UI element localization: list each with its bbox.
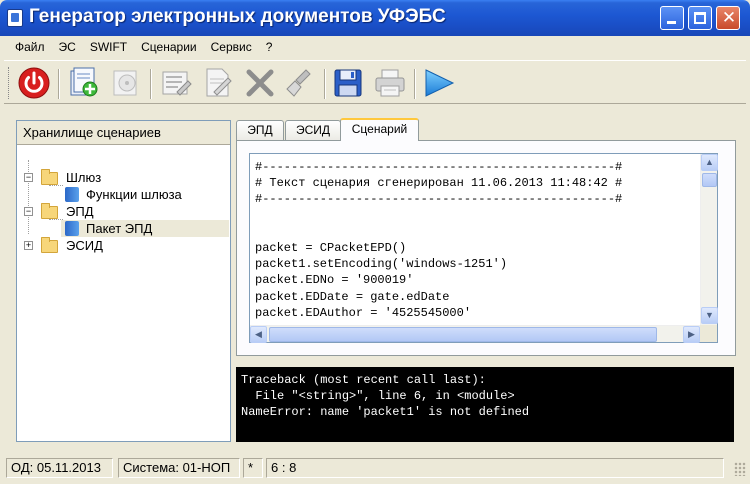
- status-system: Система: 01-НОП: [118, 458, 240, 478]
- delete-x-icon: [246, 69, 274, 97]
- exit-button[interactable]: [16, 65, 52, 101]
- horizontal-scroll-thumb[interactable]: [269, 327, 657, 342]
- menu-swift[interactable]: SWIFT: [83, 37, 134, 57]
- vertical-scroll-thumb[interactable]: [702, 173, 717, 187]
- folder-open-icon: [41, 203, 58, 219]
- title-bar[interactable]: Генератор электронных документов УФЭБС ✕: [0, 0, 750, 36]
- print-icon: [375, 69, 405, 97]
- run-play-icon: [425, 69, 455, 97]
- folder-icon: [41, 237, 58, 253]
- add-document-icon: [70, 67, 98, 97]
- expand-icon[interactable]: +: [24, 241, 33, 250]
- collapse-icon[interactable]: −: [24, 207, 33, 216]
- window-title: Генератор электронных документов УФЭБС: [29, 6, 446, 27]
- status-cursor-position: 6 : 8: [266, 458, 724, 478]
- toolbar-grip[interactable]: [8, 67, 11, 99]
- tree-label: Пакет ЭПД: [86, 221, 153, 236]
- tree-node-epd-package[interactable]: Пакет ЭПД: [61, 220, 229, 237]
- maximize-button[interactable]: [688, 6, 712, 30]
- disc-button[interactable]: [108, 65, 144, 101]
- tree-label: Шлюз: [66, 170, 102, 185]
- tree-node-epd[interactable]: − ЭПД: [17, 203, 230, 220]
- script-icon: [65, 187, 79, 202]
- edit-document-button[interactable]: [200, 65, 236, 101]
- toolbar: [4, 60, 746, 104]
- tree-node-gateway-functions[interactable]: Функции шлюза: [17, 186, 230, 203]
- run-button[interactable]: [420, 65, 456, 101]
- power-icon: [18, 67, 50, 99]
- save-button[interactable]: [330, 65, 366, 101]
- menu-service[interactable]: Сервис: [204, 37, 259, 57]
- disc-icon: [113, 70, 137, 96]
- menu-bar: Файл ЭС SWIFT Сценарии Сервис ?: [0, 36, 750, 58]
- print-button[interactable]: [372, 65, 408, 101]
- script-editor[interactable]: #---------------------------------------…: [249, 153, 718, 343]
- close-button[interactable]: ✕: [716, 6, 740, 30]
- scrollbar-corner: [700, 325, 717, 342]
- close-icon: ✕: [721, 8, 737, 27]
- tab-epd[interactable]: ЭПД: [236, 120, 284, 140]
- vertical-scrollbar[interactable]: ▲ ▼: [700, 154, 718, 325]
- resize-grip-icon[interactable]: [734, 462, 746, 476]
- tree-node-gateway[interactable]: − Шлюз: [17, 169, 230, 186]
- edit-list-button[interactable]: [158, 65, 194, 101]
- collapse-icon[interactable]: −: [24, 173, 33, 182]
- status-operday: ОД: 05.11.2013: [6, 458, 113, 478]
- panel-header: Хранилище сценариев: [17, 121, 230, 145]
- tab-scenario[interactable]: Сценарий: [340, 118, 419, 141]
- script-code[interactable]: #---------------------------------------…: [255, 159, 701, 321]
- output-console: Traceback (most recent call last): File …: [236, 367, 734, 442]
- edit-document-icon: [206, 68, 232, 97]
- tree-label: ЭПД: [66, 204, 94, 219]
- scroll-down-button[interactable]: ▼: [701, 307, 718, 324]
- folder-open-icon: [41, 169, 58, 185]
- horizontal-scrollbar[interactable]: ◀ ▶: [250, 325, 701, 343]
- scroll-left-button[interactable]: ◀: [250, 326, 267, 343]
- scenario-storage-panel: Хранилище сценариев − Шлюз Функции шлюза…: [16, 120, 231, 442]
- menu-file[interactable]: Файл: [8, 37, 52, 57]
- status-modified: *: [243, 458, 263, 478]
- delete-button[interactable]: [242, 65, 278, 101]
- menu-scenarios[interactable]: Сценарии: [134, 37, 203, 57]
- new-document-button[interactable]: [66, 65, 102, 101]
- minimize-button[interactable]: [660, 6, 684, 30]
- tree-label: ЭСИД: [66, 238, 103, 253]
- scroll-right-button[interactable]: ▶: [683, 326, 700, 343]
- app-icon[interactable]: [7, 9, 23, 27]
- edit-list-icon: [162, 71, 192, 96]
- scroll-up-button[interactable]: ▲: [701, 154, 718, 171]
- brush-icon: [286, 69, 311, 97]
- tree-label: Функции шлюза: [86, 187, 182, 202]
- clear-button[interactable]: [282, 65, 318, 101]
- save-icon: [334, 69, 362, 97]
- script-icon: [65, 221, 79, 236]
- menu-es[interactable]: ЭС: [52, 37, 83, 57]
- tree-node-esid[interactable]: + ЭСИД: [17, 237, 230, 254]
- tab-esid[interactable]: ЭСИД: [285, 120, 341, 140]
- maximize-icon: [694, 12, 706, 24]
- menu-help[interactable]: ?: [259, 37, 280, 57]
- minimize-icon: [667, 21, 676, 24]
- status-bar: ОД: 05.11.2013 Система: 01-НОП * 6 : 8: [0, 456, 750, 480]
